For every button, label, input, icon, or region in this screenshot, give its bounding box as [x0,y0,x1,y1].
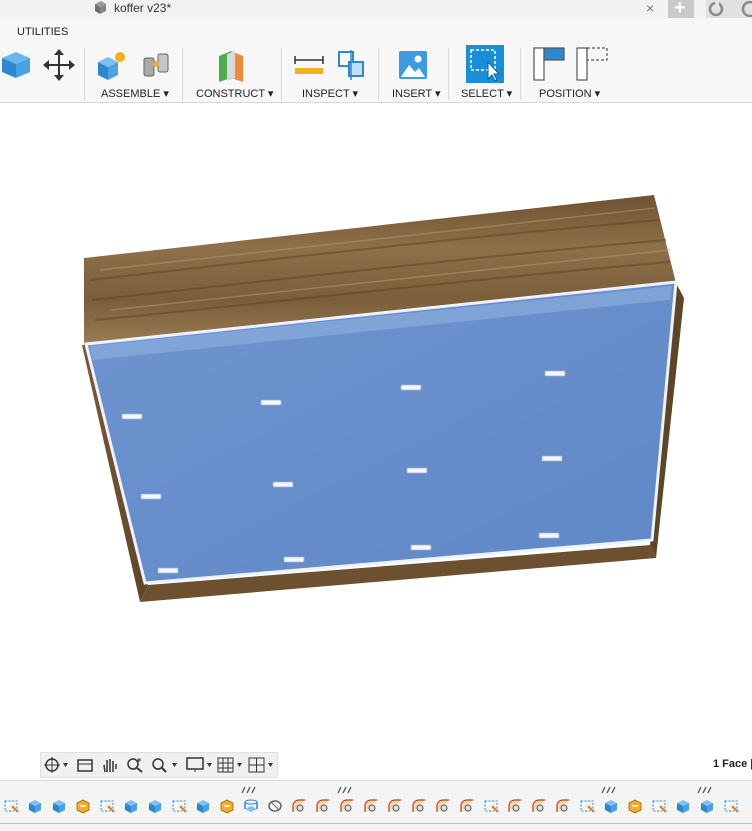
window-select-icon [470,49,501,82]
timeline-group-marker [337,786,352,794]
timeline-group-marker [601,786,616,794]
timeline-group-marker [697,786,712,794]
ribbon-separator [84,48,85,100]
timeline-body-icon[interactable] [194,797,212,815]
zoom-icon[interactable] [126,757,144,773]
viewports-icon[interactable] [248,757,276,773]
ribbon-separator [182,48,183,100]
timeline-fillet-icon[interactable] [410,797,428,815]
ribbon-separator [378,48,379,100]
grid-settings-icon[interactable] [217,757,245,773]
timeline-sketch-icon[interactable] [98,797,116,815]
timeline-parameter-icon[interactable] [626,797,644,815]
timeline-body-icon[interactable] [146,797,164,815]
timeline-body-icon[interactable] [122,797,140,815]
capture-position-icon[interactable] [532,46,566,82]
document-tab-title[interactable]: koffer v23* [114,0,171,16]
position-menu[interactable]: POSITION ▾ [539,87,600,100]
construct-menu[interactable]: CONSTRUCT ▾ [196,87,273,100]
construct-plane-icon[interactable] [214,48,248,82]
fit-zoom-icon[interactable] [151,757,179,773]
timeline-body-icon[interactable] [674,797,692,815]
joint-icon[interactable] [140,48,174,82]
timeline-sketch-icon[interactable] [722,797,740,815]
pan-hand-icon[interactable] [101,757,119,773]
document-tab-bar: koffer v23* × + [0,0,752,19]
timeline-fillet-icon[interactable] [530,797,548,815]
orbit-icon[interactable] [44,757,68,773]
insert-image-icon[interactable] [396,48,430,82]
move-icon[interactable] [42,48,76,82]
inspect-menu[interactable]: INSPECT ▾ [302,87,358,100]
timeline-sketch-icon[interactable] [578,797,596,815]
timeline-fillet-icon[interactable] [338,797,356,815]
assemble-menu[interactable]: ASSEMBLE ▾ [101,87,169,100]
timeline-fillet-icon[interactable] [290,797,308,815]
ribbon-separator [520,48,521,100]
look-at-icon[interactable] [76,757,94,773]
title-bar-controls [706,0,752,18]
timeline-revolve-icon[interactable] [266,797,284,815]
clock-icon[interactable] [740,1,752,17]
refresh-icon[interactable] [708,1,724,17]
timeline-parameter-icon[interactable] [74,797,92,815]
timeline-fillet-icon[interactable] [386,797,404,815]
document-cube-icon [95,1,106,14]
ribbon-separator [281,48,282,100]
canvas-viewport[interactable] [0,103,752,748]
timeline-fillet-icon[interactable] [458,797,476,815]
timeline-parameter-icon[interactable] [218,797,236,815]
timeline-extrude-icon[interactable] [242,797,260,815]
utilities-tab[interactable]: UTILITIES [17,26,68,38]
plus-icon: + [674,0,686,19]
timeline-sketch-icon[interactable] [170,797,188,815]
timeline-bar [0,780,752,831]
selection-status: 1 Face | [713,758,752,770]
close-tab-button[interactable]: × [646,0,654,16]
model-view[interactable] [0,103,752,748]
toolbar-ribbon: UTILITIES ASSEMBLE ▾ CONSTRUCT ▾ INSPECT… [0,18,752,103]
timeline-track [0,823,752,824]
ribbon-separator [448,48,449,100]
create-box-icon[interactable] [0,48,34,82]
interference-icon[interactable] [335,48,369,82]
timeline-fillet-icon[interactable] [434,797,452,815]
display-settings-icon[interactable] [186,757,214,773]
timeline-body-icon[interactable] [602,797,620,815]
timeline-sketch-icon[interactable] [2,797,20,815]
timeline-sketch-icon[interactable] [650,797,668,815]
timeline-sketch-icon[interactable] [482,797,500,815]
box-body[interactable] [82,195,684,602]
timeline-fillet-icon[interactable] [506,797,524,815]
select-menu[interactable]: SELECT ▾ [461,87,512,100]
new-tab-button[interactable]: + [668,0,694,19]
timeline-body-icon[interactable] [26,797,44,815]
timeline-body-icon[interactable] [50,797,68,815]
insert-menu[interactable]: INSERT ▾ [392,87,441,100]
navigation-bar [40,752,278,778]
timeline-fillet-icon[interactable] [362,797,380,815]
measure-icon[interactable] [292,48,326,82]
select-tool-button[interactable] [466,45,504,83]
new-component-icon[interactable] [95,48,129,82]
timeline-body-icon[interactable] [698,797,716,815]
timeline-fillet-icon[interactable] [314,797,332,815]
revert-position-icon[interactable] [575,46,609,82]
timeline-fillet-icon[interactable] [554,797,572,815]
timeline-group-marker [241,786,256,794]
